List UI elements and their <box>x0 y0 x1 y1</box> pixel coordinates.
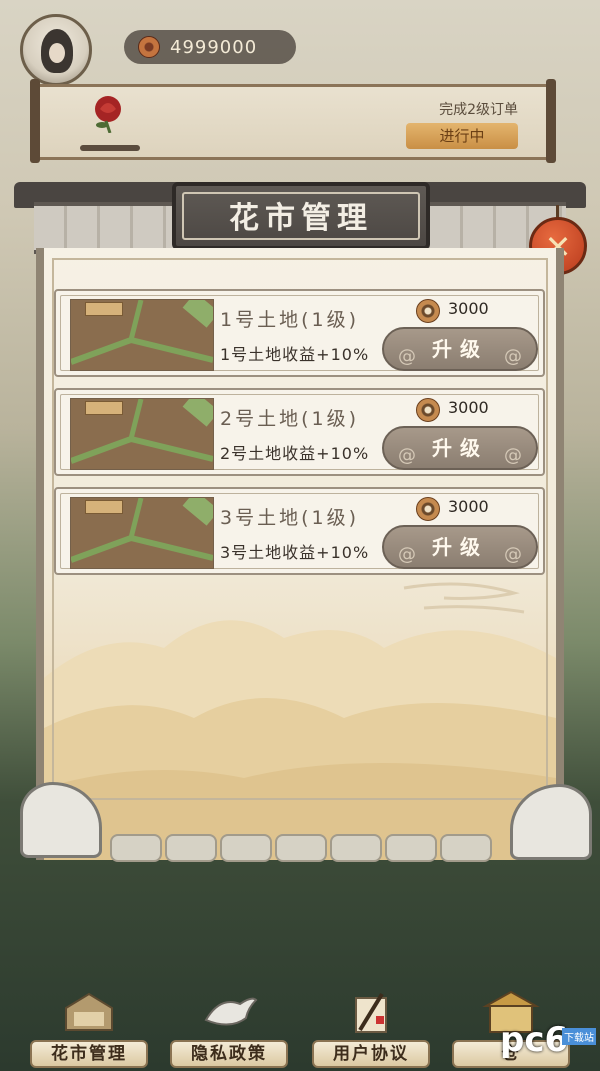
player-avatar[interactable] <box>20 14 92 86</box>
nav-flower-market[interactable]: 花市管理 <box>30 990 148 1068</box>
upgrade-button[interactable]: 升级 <box>382 327 538 377</box>
land-row: 2号土地(1级) 2号土地收益+10% 3000 升级 <box>54 388 545 476</box>
land-thumbnail <box>70 398 214 470</box>
order-description: 完成2级订单 <box>439 102 518 118</box>
land-sign <box>85 302 123 316</box>
land-row: 1号土地(1级) 1号土地收益+10% 3000 升级 <box>54 289 545 377</box>
dialog-title: 花市管理 <box>182 192 420 240</box>
nav-label: 用户协议 <box>312 1040 430 1068</box>
scroll-brush-icon <box>355 992 387 1033</box>
land-bonus: 2号土地收益+10% <box>220 444 370 463</box>
land-title: 2号土地(1级) <box>220 408 360 430</box>
coin-icon <box>416 299 440 323</box>
land-thumbnail <box>70 299 214 371</box>
rose-icon <box>95 96 121 133</box>
land-title: 3号土地(1级) <box>220 507 360 529</box>
land-title: 1号土地(1级) <box>220 309 360 331</box>
land-thumbnail <box>70 497 214 569</box>
avatar-portrait <box>41 29 73 73</box>
coin-icon <box>138 36 160 58</box>
nav-label: 花市管理 <box>30 1040 148 1068</box>
order-progress-bar <box>80 145 140 151</box>
coin-amount: 4999000 <box>170 37 258 58</box>
nav-privacy-policy[interactable]: 隐私政策 <box>170 990 288 1068</box>
flower-market-icon <box>65 992 113 1031</box>
dialog-title-plaque: 花市管理 <box>172 182 430 250</box>
dove-icon <box>204 997 258 1026</box>
upgrade-button[interactable]: 升级 <box>382 426 538 476</box>
watermark-tag: 下载站 <box>562 1028 596 1045</box>
land-sign <box>85 401 123 415</box>
watermark-logo: pc6 <box>500 1020 569 1060</box>
upgrade-button[interactable]: 升级 <box>382 525 538 575</box>
order-status-button[interactable]: 进行中 <box>406 123 518 149</box>
nav-label: 隐私政策 <box>170 1040 288 1068</box>
site-watermark: pc6 下载站 <box>500 1020 596 1066</box>
order-banner: 完成2级订单 进行中 <box>30 79 556 163</box>
cost-value: 3000 <box>448 497 489 516</box>
nav-user-agreement[interactable]: 用户协议 <box>312 990 430 1068</box>
land-row: 3号土地(1级) 3号土地收益+10% 3000 升级 <box>54 487 545 575</box>
cost-value: 3000 <box>448 398 489 417</box>
cost-value: 3000 <box>448 299 489 318</box>
coin-icon <box>416 398 440 422</box>
land-sign <box>85 500 123 514</box>
coin-icon <box>416 497 440 521</box>
land-bonus: 1号土地收益+10% <box>220 345 370 364</box>
stone-path-decoration <box>110 834 510 864</box>
coin-balance: 4999000 <box>124 30 296 64</box>
land-bonus: 3号土地收益+10% <box>220 543 370 562</box>
